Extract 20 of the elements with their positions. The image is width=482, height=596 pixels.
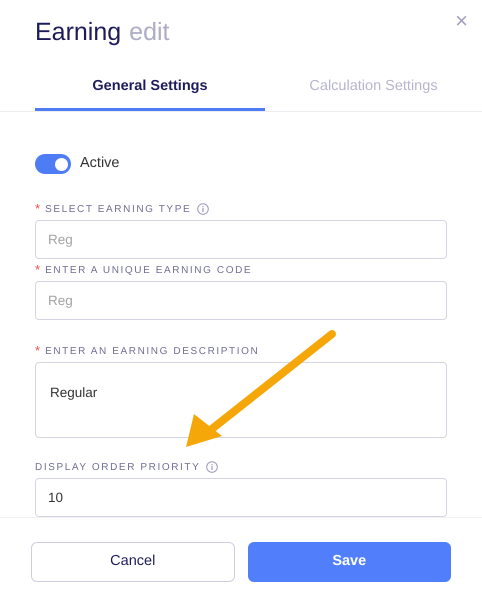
input-field[interactable]: 10 — [35, 478, 447, 517]
dialog-title: Earning — [35, 17, 122, 48]
save-button[interactable]: Save — [248, 542, 451, 582]
field-label: DISPLAY ORDER PRIORITY — [35, 460, 200, 474]
info-icon[interactable] — [197, 203, 210, 215]
required-mark: * — [35, 342, 40, 360]
cancel-button[interactable]: Cancel — [31, 542, 234, 582]
required-mark: * — [35, 261, 40, 280]
text-area[interactable]: Regular — [35, 362, 447, 438]
tab[interactable]: General Settings — [35, 69, 265, 112]
toggle-label: Active — [80, 154, 120, 174]
field-label: ENTER AN EARNING DESCRIPTION — [45, 344, 260, 358]
info-icon[interactable] — [206, 461, 218, 473]
toggle-switch[interactable] — [35, 154, 71, 174]
input-field[interactable]: Reg — [35, 220, 447, 259]
input-field[interactable]: Reg — [35, 281, 447, 320]
required-mark: * — [35, 200, 40, 218]
field-label: SELECT EARNING TYPE — [45, 202, 192, 216]
field-label: ENTER A UNIQUE EARNING CODE — [45, 264, 252, 278]
dialog-subtitle: edit — [129, 17, 170, 48]
